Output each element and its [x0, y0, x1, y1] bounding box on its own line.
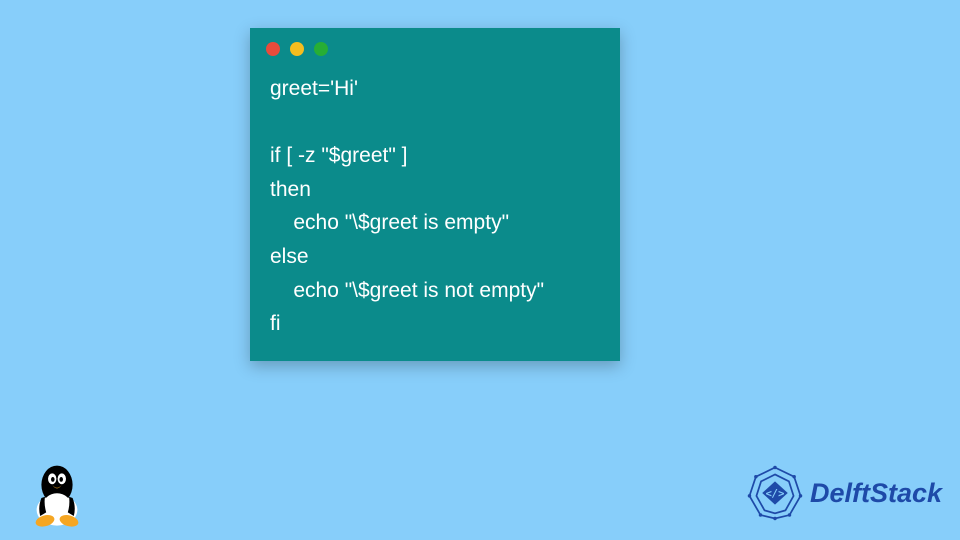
svg-text:</>: </>: [766, 488, 785, 500]
code-line: greet='Hi': [270, 77, 358, 100]
window-controls: [250, 28, 620, 62]
code-window: greet='Hi' if [ -z "$greet" ] then echo …: [250, 28, 620, 361]
close-icon: [266, 42, 280, 56]
brand-logo-icon: </>: [746, 464, 804, 522]
code-line: echo "\$greet is not empty": [270, 279, 544, 302]
code-line: echo "\$greet is empty": [270, 211, 509, 234]
maximize-icon: [314, 42, 328, 56]
code-block: greet='Hi' if [ -z "$greet" ] then echo …: [250, 62, 620, 361]
code-line: fi: [270, 312, 281, 335]
code-line: if [ -z "$greet" ]: [270, 144, 407, 167]
brand: </> DelftStack: [746, 464, 942, 522]
minimize-icon: [290, 42, 304, 56]
brand-name: DelftStack: [810, 478, 942, 509]
code-line: else: [270, 245, 309, 268]
linux-tux-icon: [26, 456, 88, 528]
code-line: then: [270, 178, 311, 201]
